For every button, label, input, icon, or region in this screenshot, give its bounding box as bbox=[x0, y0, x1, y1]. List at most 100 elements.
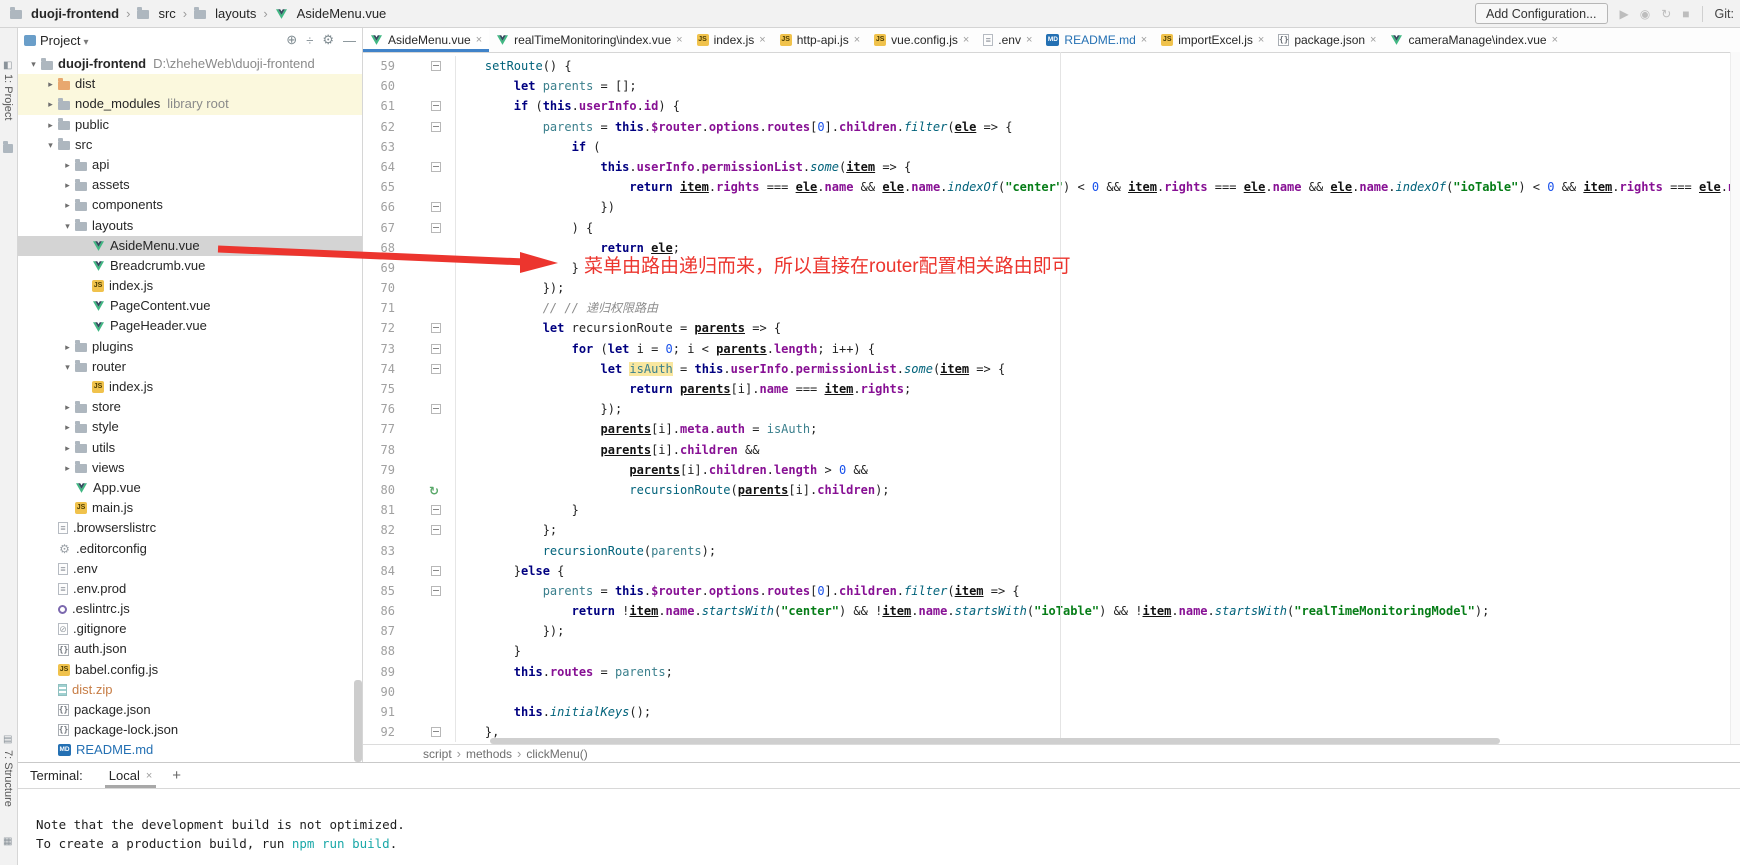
tree-row[interactable]: App.vue bbox=[18, 478, 362, 498]
fold-open-icon[interactable] bbox=[431, 223, 441, 233]
chevron-down-icon[interactable] bbox=[83, 33, 88, 48]
toolwindow-button-project[interactable]: 1: Project bbox=[2, 74, 14, 120]
tree-row[interactable]: dist.zip bbox=[18, 680, 362, 700]
toolwindow-icon[interactable]: ▦ bbox=[3, 836, 12, 847]
fold-end-icon[interactable] bbox=[431, 505, 441, 515]
tree-row[interactable]: ≡.env.prod bbox=[18, 579, 362, 599]
chevron-closed-icon[interactable]: ▸ bbox=[60, 458, 75, 478]
tree-row[interactable]: {}package-lock.json bbox=[18, 720, 362, 740]
chevron-closed-icon[interactable]: ▸ bbox=[60, 195, 75, 215]
fold-end-icon[interactable] bbox=[431, 202, 441, 212]
tree-row[interactable]: AsideMenu.vue bbox=[18, 236, 362, 256]
close-icon[interactable] bbox=[1141, 34, 1147, 46]
close-icon[interactable] bbox=[146, 770, 152, 782]
fold-open-icon[interactable] bbox=[431, 344, 441, 354]
tab-asidemenu.vue[interactable]: AsideMenu.vue bbox=[363, 28, 489, 52]
tree-row[interactable]: {}package.json bbox=[18, 700, 362, 720]
new-terminal-icon[interactable] bbox=[172, 767, 181, 784]
breadcrumb-item[interactable]: AsideMenu.vue bbox=[275, 6, 387, 21]
tab-importexcel.js[interactable]: JSimportExcel.js bbox=[1154, 28, 1271, 52]
tree-row[interactable]: ≡.env bbox=[18, 559, 362, 579]
close-icon[interactable] bbox=[676, 34, 682, 46]
project-toolwindow-icon[interactable]: ◧ bbox=[3, 60, 12, 71]
breadcrumb-item[interactable]: script bbox=[421, 747, 454, 761]
chevron-closed-icon[interactable]: ▸ bbox=[60, 155, 75, 175]
project-scrollbar-thumb[interactable] bbox=[354, 680, 362, 762]
fold-open-icon[interactable] bbox=[431, 323, 441, 333]
toolwindow-button-structure[interactable]: 7: Structure bbox=[2, 750, 14, 807]
chevron-closed-icon[interactable]: ▸ bbox=[60, 417, 75, 437]
fold-open-icon[interactable] bbox=[431, 566, 441, 576]
tree-row[interactable]: PageHeader.vue bbox=[18, 316, 362, 336]
tree-row[interactable]: ▸style bbox=[18, 417, 362, 437]
tree-row[interactable]: Breadcrumb.vue bbox=[18, 256, 362, 276]
tab-index.js[interactable]: JSindex.js bbox=[690, 28, 773, 52]
close-icon[interactable] bbox=[759, 34, 765, 46]
close-icon[interactable] bbox=[1552, 34, 1558, 46]
close-icon[interactable] bbox=[1026, 34, 1032, 46]
tree-row[interactable]: ≡.browserslistrc bbox=[18, 518, 362, 538]
fold-end-icon[interactable] bbox=[431, 727, 441, 737]
breadcrumb-item[interactable]: methods bbox=[464, 747, 514, 761]
terminal-tab-local[interactable]: Local bbox=[105, 763, 157, 788]
settings-icon[interactable]: ⚙ bbox=[322, 32, 334, 48]
fold-open-icon[interactable] bbox=[431, 101, 441, 111]
chevron-closed-icon[interactable]: ▸ bbox=[60, 397, 75, 417]
chevron-closed-icon[interactable]: ▸ bbox=[60, 175, 75, 195]
tree-row[interactable]: JSindex.js bbox=[18, 276, 362, 296]
fold-open-icon[interactable] bbox=[431, 61, 441, 71]
breadcrumb-item[interactable]: duoji-frontend bbox=[10, 6, 119, 21]
chevron-closed-icon[interactable]: ▸ bbox=[60, 337, 75, 357]
chevron-open-icon[interactable]: ▾ bbox=[60, 357, 75, 377]
tab-.env[interactable]: ≡.env bbox=[976, 28, 1039, 52]
tree-row[interactable]: ▸assets bbox=[18, 175, 362, 195]
tree-row[interactable]: JSbabel.config.js bbox=[18, 660, 362, 680]
chevron-closed-icon[interactable]: ▸ bbox=[43, 74, 58, 94]
coverage-icon[interactable]: ↻ bbox=[1661, 7, 1671, 21]
tree-row[interactable]: ▸api bbox=[18, 155, 362, 175]
collapse-all-icon[interactable]: ÷ bbox=[306, 33, 313, 48]
tree-row[interactable]: ▸store bbox=[18, 397, 362, 417]
chevron-open-icon[interactable]: ▾ bbox=[60, 216, 75, 236]
tab-http-api.js[interactable]: JShttp-api.js bbox=[773, 28, 867, 52]
tab-cameramanage-index.vue[interactable]: cameraManage\index.vue bbox=[1383, 28, 1565, 52]
tree-row[interactable]: MDREADME.md bbox=[18, 740, 362, 760]
tree-row[interactable]: .eslintrc.js bbox=[18, 599, 362, 619]
locate-icon[interactable]: ⊕ bbox=[286, 32, 297, 48]
stop-icon[interactable]: ■ bbox=[1682, 7, 1689, 21]
tab-package.json[interactable]: {}package.json bbox=[1271, 28, 1383, 52]
tab-readme.md[interactable]: MDREADME.md bbox=[1039, 28, 1154, 52]
tree-row[interactable]: {}auth.json bbox=[18, 639, 362, 659]
breadcrumb-item[interactable]: layouts bbox=[194, 6, 256, 21]
close-icon[interactable] bbox=[1370, 34, 1376, 46]
tree-row[interactable]: PageContent.vue bbox=[18, 296, 362, 316]
terminal-output[interactable]: Note that the development build is not o… bbox=[18, 789, 1740, 853]
fold-open-icon[interactable] bbox=[431, 162, 441, 172]
tree-row[interactable]: ⚙.editorconfig bbox=[18, 539, 362, 559]
tree-row[interactable]: ⊘.gitignore bbox=[18, 619, 362, 639]
tree-row[interactable]: ▸utils bbox=[18, 438, 362, 458]
fold-end-icon[interactable] bbox=[431, 404, 441, 414]
chevron-open-icon[interactable]: ▾ bbox=[26, 54, 41, 74]
breadcrumb-item[interactable]: src bbox=[137, 6, 175, 21]
tree-row[interactable]: ▸views bbox=[18, 458, 362, 478]
close-icon[interactable] bbox=[476, 34, 482, 46]
hide-icon[interactable]: — bbox=[343, 33, 356, 48]
code-editor[interactable]: 59setRoute() {60let parents = [];61if (t… bbox=[363, 53, 1740, 750]
run-icon[interactable]: ▶ bbox=[1620, 7, 1629, 21]
fold-end-icon[interactable] bbox=[431, 525, 441, 535]
tree-row[interactable]: ▾router bbox=[18, 357, 362, 377]
add-configuration-button[interactable]: Add Configuration... bbox=[1475, 3, 1608, 24]
tree-row[interactable]: ▾duoji-frontendD:\zheheWeb\duoji-fronten… bbox=[18, 54, 362, 74]
tree-row[interactable]: ▸public bbox=[18, 115, 362, 135]
chevron-closed-icon[interactable]: ▸ bbox=[43, 115, 58, 135]
tree-row[interactable]: ▾src bbox=[18, 135, 362, 155]
chevron-closed-icon[interactable]: ▸ bbox=[60, 438, 75, 458]
fold-open-icon[interactable] bbox=[431, 586, 441, 596]
breadcrumb-item[interactable]: clickMenu() bbox=[524, 747, 589, 761]
tab-vue.config.js[interactable]: JSvue.config.js bbox=[867, 28, 976, 52]
close-icon[interactable] bbox=[854, 34, 860, 46]
tree-row[interactable]: JSindex.js bbox=[18, 377, 362, 397]
debug-icon[interactable]: ◉ bbox=[1640, 7, 1650, 21]
close-icon[interactable] bbox=[1258, 34, 1264, 46]
